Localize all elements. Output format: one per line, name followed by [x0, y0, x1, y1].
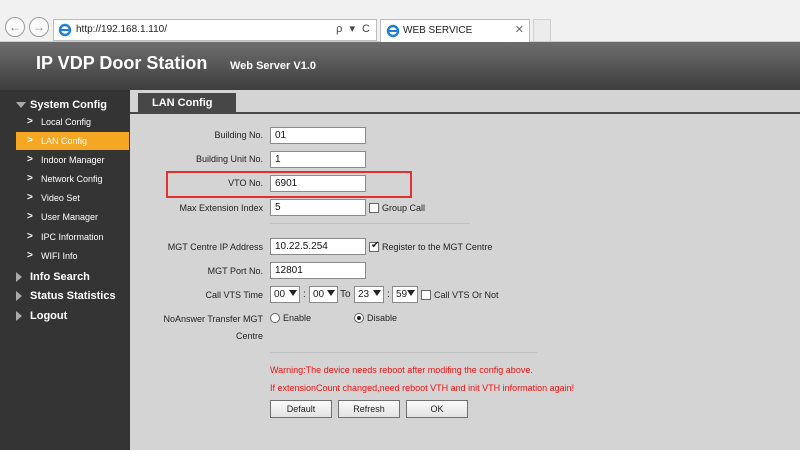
- ie-logo-icon: [386, 24, 400, 38]
- tab-lan-config[interactable]: LAN Config: [138, 93, 236, 113]
- sidebar-item-network-config[interactable]: > Network Config: [16, 170, 129, 188]
- to-label: To: [340, 289, 351, 300]
- triangle-right-icon: [16, 272, 22, 282]
- divider: [270, 352, 537, 353]
- call-vts-from-minute-select[interactable]: 00: [309, 286, 338, 303]
- chevron-right-icon: >: [27, 135, 33, 146]
- sidebar-item-lan-config[interactable]: > LAN Config: [16, 132, 129, 150]
- triangle-down-icon: [16, 102, 26, 108]
- app-header: IP VDP Door Station Web Server V1.0: [0, 42, 800, 90]
- address-tools-icon[interactable]: ρ ▾ C: [336, 22, 372, 35]
- radio-selected-dot: [357, 316, 361, 320]
- chevron-right-icon: >: [27, 231, 33, 242]
- mgt-ip-label: MGT Centre IP Address: [167, 242, 263, 252]
- back-arrow-icon: ←: [9, 20, 21, 34]
- call-vts-from-hour-select[interactable]: 00: [270, 286, 300, 303]
- disable-radio[interactable]: [354, 313, 364, 323]
- chevron-right-icon: >: [27, 116, 33, 127]
- sidebar-item-user-manager[interactable]: > User Manager: [16, 208, 129, 226]
- content-panel: LAN Config Building No. 01 Building Unit…: [130, 90, 800, 450]
- chevron-down-icon: [407, 290, 415, 296]
- noanswer-label-line1: NoAnswer Transfer MGT: [163, 314, 263, 324]
- register-mgt-label: Register to the MGT Centre: [382, 242, 493, 252]
- building-unit-no-input[interactable]: 1: [270, 151, 366, 168]
- highlight-box: [166, 171, 412, 198]
- sidebar-section-info-search[interactable]: Info Search: [0, 268, 130, 286]
- tab-title: WEB SERVICE: [403, 25, 473, 36]
- sidebar-item-ipc-information[interactable]: > IPC Information: [16, 228, 129, 246]
- warning-reboot-text: Warning:The device needs reboot after mo…: [270, 365, 533, 375]
- noanswer-label-line2: Centre: [235, 331, 263, 341]
- mgt-port-input[interactable]: 12801: [270, 262, 366, 279]
- chevron-right-icon: >: [27, 192, 33, 203]
- ie-logo-icon: [58, 23, 72, 37]
- sidebar-section-status-statistics[interactable]: Status Statistics: [0, 287, 130, 305]
- max-extension-index-input[interactable]: 5: [270, 199, 366, 216]
- mgt-port-label: MGT Port No.: [207, 266, 263, 276]
- register-mgt-checkbox[interactable]: ✔: [369, 240, 380, 252]
- sidebar-item-local-config[interactable]: > Local Config: [16, 113, 129, 131]
- chevron-right-icon: >: [27, 154, 33, 165]
- disable-radio-label: Disable: [367, 313, 398, 323]
- chevron-down-icon: [289, 290, 297, 296]
- call-vts-time-label: Call VTS Time: [205, 290, 263, 300]
- back-button[interactable]: ←: [5, 17, 25, 37]
- group-call-label: Group Call: [382, 203, 426, 213]
- call-vts-to-minute-select[interactable]: 59: [392, 286, 418, 303]
- triangle-right-icon: [16, 291, 22, 301]
- chevron-down-icon: [327, 290, 335, 296]
- close-icon[interactable]: ✕: [515, 23, 524, 36]
- call-vts-to-hour-select[interactable]: 23: [354, 286, 384, 303]
- sidebar: System Config > Local Config > LAN Confi…: [0, 90, 130, 450]
- sidebar-section-logout[interactable]: Logout: [0, 307, 130, 325]
- tab-underline: [130, 112, 800, 114]
- divider: [270, 223, 470, 224]
- address-url: http://192.168.1.110/: [76, 24, 168, 35]
- building-unit-no-label: Building Unit No.: [195, 154, 263, 164]
- check-icon: ✔: [371, 240, 380, 251]
- app-version: Web Server V1.0: [230, 60, 317, 72]
- default-button[interactable]: Default: [270, 400, 332, 418]
- max-extension-index-label: Max Extension Index: [179, 203, 263, 213]
- chevron-right-icon: >: [27, 211, 33, 222]
- sidebar-section-system-config[interactable]: System Config: [0, 96, 130, 114]
- call-vts-or-not-checkbox[interactable]: [421, 290, 431, 300]
- browser-tab[interactable]: WEB SERVICE ✕: [380, 19, 530, 42]
- enable-radio-label: Enable: [283, 313, 312, 323]
- group-call-checkbox[interactable]: [369, 203, 379, 213]
- address-bar[interactable]: http://192.168.1.110/ ρ ▾ C: [53, 19, 377, 41]
- new-tab-button[interactable]: [533, 19, 551, 41]
- warning-extension-text: If extensionCount changed,need reboot VT…: [270, 383, 575, 393]
- browser-chrome: ← → http://192.168.1.110/ ρ ▾ C WEB SERV…: [0, 0, 800, 42]
- forward-arrow-icon: →: [33, 20, 45, 34]
- enable-radio[interactable]: [270, 313, 280, 323]
- forward-button[interactable]: →: [29, 17, 49, 37]
- sidebar-item-indoor-manager[interactable]: > Indoor Manager: [16, 151, 129, 169]
- time-colon: :: [303, 289, 306, 300]
- call-vts-or-not-label: Call VTS Or Not: [434, 290, 499, 300]
- chevron-right-icon: >: [27, 173, 33, 184]
- chevron-right-icon: >: [27, 250, 33, 261]
- refresh-button[interactable]: Refresh: [338, 400, 400, 418]
- building-no-input[interactable]: 01: [270, 127, 366, 144]
- sidebar-item-wifi-info[interactable]: > WIFI Info: [16, 247, 129, 265]
- triangle-right-icon: [16, 311, 22, 321]
- sidebar-item-video-set[interactable]: > Video Set: [16, 189, 129, 207]
- ok-button[interactable]: OK: [406, 400, 468, 418]
- mgt-ip-input[interactable]: 10.22.5.254: [270, 238, 366, 255]
- chevron-down-icon: [373, 290, 381, 296]
- app-title: IP VDP Door Station: [36, 53, 208, 73]
- building-no-label: Building No.: [214, 130, 263, 140]
- time-colon: :: [387, 289, 390, 300]
